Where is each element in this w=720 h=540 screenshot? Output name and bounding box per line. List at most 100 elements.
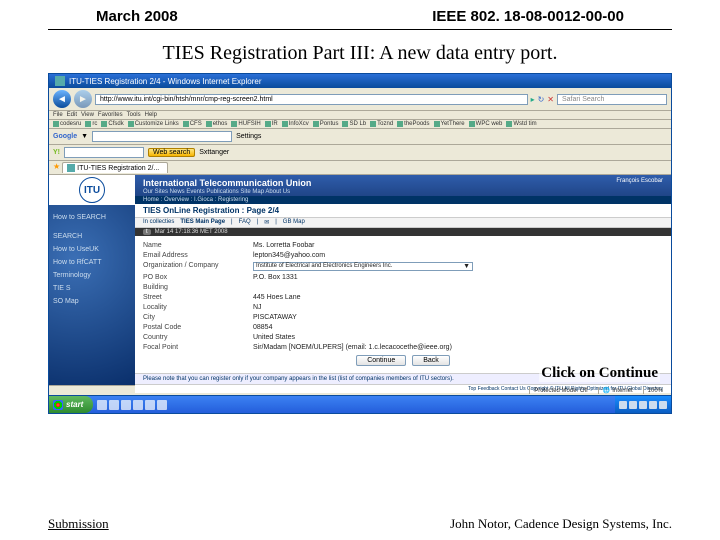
back-button[interactable]: ◄ <box>53 90 71 108</box>
tab-label: ITU-TIES Registration 2/... <box>77 165 159 172</box>
itu-header: François Escobar International Telecommu… <box>135 175 671 204</box>
tray-icon[interactable] <box>629 401 637 409</box>
quick-launch <box>93 396 171 413</box>
sidebar-item[interactable]: TIE S <box>53 282 131 295</box>
ql-icon[interactable] <box>157 400 167 410</box>
sidebar-item[interactable]: How to RfCATT <box>53 256 131 269</box>
back-button-form[interactable]: Back <box>412 355 450 366</box>
ql-icon[interactable] <box>121 400 131 410</box>
menu-favorites[interactable]: Favorites <box>98 112 123 118</box>
breadcrumb[interactable]: Home : Overview : I.Gioca : Registering <box>135 196 671 204</box>
chevron-down-icon[interactable]: ▼ <box>81 133 88 140</box>
tray-icon[interactable] <box>639 401 647 409</box>
label-city: City <box>143 314 253 321</box>
status-protected: Protected Mode: Off <box>529 387 592 394</box>
ql-icon[interactable] <box>145 400 155 410</box>
browser-search[interactable]: Safari Search <box>557 94 667 105</box>
bookmark[interactable]: WPC web <box>476 121 503 127</box>
status-zoom[interactable]: 100% <box>643 387 667 394</box>
forward-button[interactable]: ► <box>74 90 92 108</box>
bookmark[interactable]: InfoXcv <box>289 121 309 127</box>
yahoo-settings[interactable]: Sxttanger <box>199 149 229 156</box>
ql-icon[interactable] <box>109 400 119 410</box>
value-city: PISCATAWAY <box>253 314 663 321</box>
bookmark[interactable]: thePoods <box>404 121 429 127</box>
sidebar-item[interactable]: How to UseUK <box>53 243 131 256</box>
menu-edit[interactable]: Edit <box>67 112 77 118</box>
sidebar-item[interactable]: How to SEARCH <box>53 211 131 224</box>
registration-form: NameMs. Lorretta Foobar Email Addresslep… <box>135 236 671 373</box>
label-postal: Postal Code <box>143 324 253 331</box>
bookmark[interactable]: ethos <box>213 121 228 127</box>
menu-file[interactable]: File <box>53 112 63 118</box>
bookmark[interactable]: YetThere <box>441 121 465 127</box>
timestamp: Mar 14 17:18:36 MET 2008 <box>155 229 228 235</box>
yahoo-logo: Y! <box>53 149 60 156</box>
bookmark[interactable]: SD Lb <box>349 121 366 127</box>
refresh-button[interactable]: ↻ <box>538 95 545 104</box>
reg-tab[interactable]: TIES Main Page <box>180 219 225 226</box>
reg-tab[interactable]: ✉ <box>264 219 269 226</box>
bookmark[interactable]: Wstd tim <box>513 121 536 127</box>
org-select[interactable]: Institute of Electrical and Electronics … <box>253 262 473 271</box>
menu-view[interactable]: View <box>81 112 94 118</box>
reg-tab[interactable]: In collecties <box>143 219 174 226</box>
value-street: 445 Hoes Lane <box>253 294 663 301</box>
label-street: Street <box>143 294 253 301</box>
windows-logo-icon <box>53 400 63 410</box>
bookmark[interactable]: Pontus <box>320 121 339 127</box>
value-focal: Sir/Madam [NOEM/ULPERS] (email: 1.c.leca… <box>253 344 663 351</box>
tray-icon[interactable] <box>659 401 667 409</box>
value-email: lepton345@yahoo.com <box>253 252 663 259</box>
start-button[interactable]: start <box>49 396 93 413</box>
itu-nav[interactable]: Our Sites News Events Publications Site … <box>143 189 663 195</box>
bookmark[interactable]: Toznd <box>377 121 393 127</box>
timestamp-label: t <box>143 229 151 235</box>
org-select-value: Institute of Electrical and Electronics … <box>256 263 392 269</box>
reg-tab[interactable]: GB Map <box>283 219 305 226</box>
value-locality: NJ <box>253 304 663 311</box>
bookmark[interactable]: Customize Links <box>135 121 179 127</box>
yahoo-search-input[interactable] <box>64 147 144 158</box>
bookmark[interactable]: CFS <box>190 121 202 127</box>
menu-help[interactable]: Help <box>145 112 157 118</box>
tray-icon[interactable] <box>619 401 627 409</box>
menu-tools[interactable]: Tools <box>127 112 141 118</box>
bookmark[interactable]: IR <box>272 121 278 127</box>
globe-icon: 🌐 <box>603 387 610 394</box>
sidebar-item[interactable]: Terminology <box>53 269 131 282</box>
itu-logo: ITU <box>49 175 135 205</box>
address-bar[interactable]: http://www.itu.int/cgi-bin/htsh/mnr/cmp-… <box>95 94 528 105</box>
itu-sidebar: ITU How to SEARCH SEARCH How to UseUK Ho… <box>49 175 135 385</box>
itu-main: François Escobar International Telecommu… <box>135 175 671 385</box>
go-button[interactable]: ▸ <box>531 95 535 104</box>
bookmark[interactable]: HUFSIH <box>238 121 260 127</box>
continue-button[interactable]: Continue <box>356 355 406 366</box>
google-settings[interactable]: Settings <box>236 133 261 140</box>
label-org: Organization / Company <box>143 262 253 271</box>
reg-tabs: In collecties TIES Main Page| FAQ| ✉| GB… <box>135 218 671 228</box>
ql-icon[interactable] <box>97 400 107 410</box>
label-name: Name <box>143 242 253 249</box>
system-tray <box>615 396 671 413</box>
google-logo: Google <box>53 133 77 140</box>
yahoo-toolbar: Y! Web search Sxttanger <box>49 145 671 161</box>
google-search-input[interactable] <box>92 131 232 142</box>
browser-tab[interactable]: ITU-TIES Registration 2/... <box>62 162 168 173</box>
status-zone: Internet <box>612 388 632 394</box>
stop-button[interactable]: ✕ <box>547 95 554 104</box>
sidebar-item[interactable]: SEARCH <box>53 230 131 243</box>
sidebar-item[interactable]: SO Map <box>53 295 131 308</box>
links-toolbar: codesru rc Cfsdk Customize Links CFS eth… <box>49 120 671 129</box>
yahoo-search-button[interactable]: Web search <box>148 148 195 157</box>
bookmark[interactable]: Cfsdk <box>108 121 123 127</box>
window-titlebar[interactable]: ITU-TIES Registration 2/4 - Windows Inte… <box>49 74 671 88</box>
reg-tab[interactable]: FAQ <box>239 219 251 226</box>
tray-icon[interactable] <box>649 401 657 409</box>
favorites-star-icon[interactable]: ★ <box>53 162 60 173</box>
bookmark[interactable]: rc <box>92 121 97 127</box>
bookmark[interactable]: codesru <box>60 121 81 127</box>
ql-icon[interactable] <box>133 400 143 410</box>
logged-user: François Escobar <box>616 178 663 184</box>
google-toolbar: Google ▼ Settings <box>49 129 671 145</box>
